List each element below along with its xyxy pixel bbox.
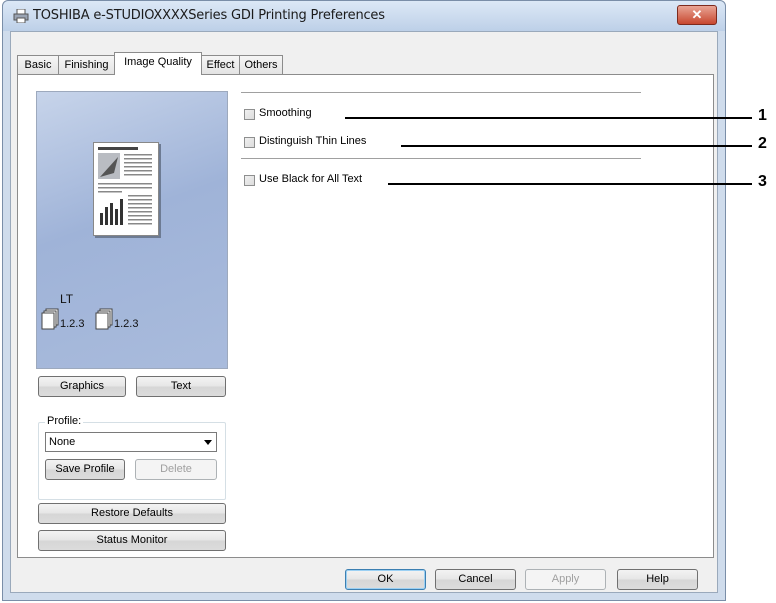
window-title: TOSHIBA e-STUDIOXXXXSeries GDI Printing … — [33, 8, 385, 23]
profile-label: Profile: — [45, 415, 84, 427]
profile-select[interactable]: None — [45, 432, 217, 452]
callout-line-1 — [345, 117, 752, 119]
restore-defaults-button[interactable]: Restore Defaults — [38, 503, 226, 524]
apply-button[interactable]: Apply — [525, 569, 606, 590]
page-order-label: 1.2.3 — [114, 318, 139, 330]
profile-selected-value: None — [49, 436, 76, 448]
cancel-button[interactable]: Cancel — [435, 569, 516, 590]
chevron-down-icon — [204, 440, 212, 445]
tab-effect[interactable]: Effect — [201, 55, 240, 74]
close-button[interactable]: ✕ — [677, 5, 717, 25]
graphics-button[interactable]: Graphics — [38, 376, 126, 397]
tab-finishing[interactable]: Finishing — [58, 55, 115, 74]
collate-icon: 1.2.3 — [95, 308, 155, 332]
page-order-label: 1.2.3 — [60, 318, 85, 330]
smoothing-checkbox[interactable] — [244, 109, 255, 120]
printer-icon — [13, 9, 29, 23]
title-bar[interactable]: TOSHIBA e-STUDIOXXXXSeries GDI Printing … — [3, 1, 725, 31]
collate-icon: 1.2.3 — [41, 308, 101, 332]
callout-number-3: 3 — [758, 173, 767, 190]
use-black-for-all-text-checkbox[interactable] — [244, 175, 255, 186]
tab-image-quality[interactable]: Image Quality — [114, 52, 202, 75]
dialog-body: Basic Finishing Image Quality Effect Oth… — [10, 31, 718, 593]
document-preview-image — [93, 142, 159, 236]
distinguish-thin-lines-checkbox[interactable] — [244, 137, 255, 148]
ok-button[interactable]: OK — [345, 569, 426, 590]
separator — [241, 158, 641, 159]
callout-line-2 — [401, 145, 752, 147]
separator — [241, 92, 641, 93]
delete-button[interactable]: Delete — [135, 459, 217, 480]
tab-basic[interactable]: Basic — [17, 55, 59, 74]
save-profile-button[interactable]: Save Profile — [45, 459, 125, 480]
text-button[interactable]: Text — [136, 376, 226, 397]
status-monitor-button[interactable]: Status Monitor — [38, 530, 226, 551]
use-black-for-all-text-label: Use Black for All Text — [259, 173, 363, 185]
callout-number-1: 1 — [758, 107, 767, 124]
paper-size-label: LT — [60, 292, 74, 306]
printing-preferences-window: TOSHIBA e-STUDIOXXXXSeries GDI Printing … — [2, 0, 726, 601]
help-button[interactable]: Help — [617, 569, 698, 590]
smoothing-label: Smoothing — [259, 107, 312, 119]
callout-number-2: 2 — [758, 135, 767, 152]
callout-line-3 — [388, 183, 752, 185]
distinguish-thin-lines-label: Distinguish Thin Lines — [259, 135, 367, 147]
print-preview: LT 1.2.3 1.2.3 — [36, 91, 228, 369]
tab-others[interactable]: Others — [239, 55, 283, 74]
